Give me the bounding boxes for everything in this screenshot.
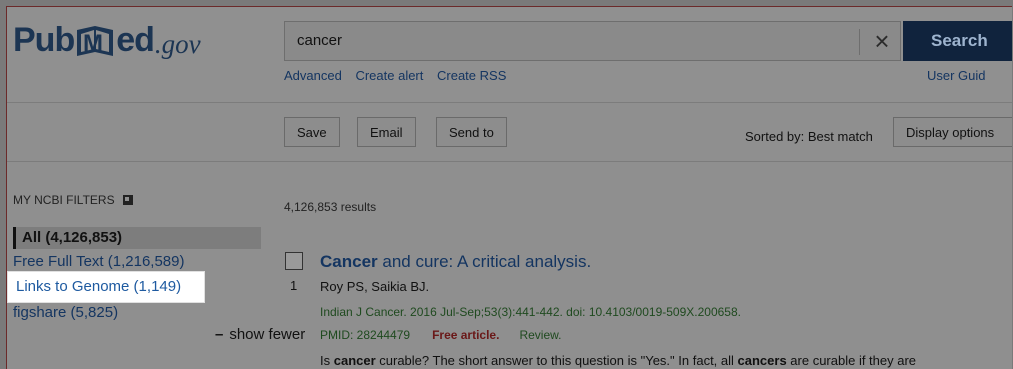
search-box[interactable]: cancer × [284,21,901,61]
snippet-keyword: cancer [333,353,376,368]
display-options-button[interactable]: Display options [893,117,1012,147]
result-title-keyword: Cancer [320,252,378,271]
show-fewer-label: show fewer [229,326,306,343]
result-title-link[interactable]: Cancer and cure: A critical analysis. [320,252,591,272]
result-pmid-line: PMID: 28244479 Free article. Review. [320,328,561,342]
logo-gov: .gov [154,29,201,59]
review-badge: Review. [519,328,562,342]
minus-icon: – [215,326,224,343]
result-checkbox[interactable] [285,252,303,270]
sidebar-title-text: MY NCBI FILTERS [13,193,115,207]
result-authors: Roy PS, Saikia BJ. [320,279,430,294]
results-count: 4,126,853 results [284,200,377,214]
search-input[interactable]: cancer [297,22,342,60]
pubmed-logo[interactable]: Pub M ed .gov [13,21,201,60]
my-ncbi-filters-title[interactable]: MY NCBI FILTERS [13,193,133,207]
svg-text:M: M [83,30,102,57]
snippet-part: curable? The short answer to this questi… [375,353,738,368]
snippet-part: Is [320,353,334,368]
create-alert-link[interactable]: Create alert [355,68,423,83]
result-pmid: PMID: 28244479 [320,328,411,342]
free-article-badge: Free article. [432,328,500,342]
result-snippet: Is cancer curable? The short answer to t… [320,353,916,368]
logo-pub: Pub [13,21,75,59]
logo-book-icon: M [75,24,115,60]
result-title-rest: and cure: A critical analysis. [377,252,592,271]
filter-links-to-genome-highlight[interactable]: Links to Genome (1,149) [7,271,205,303]
logo-med: ed [116,21,155,59]
save-button[interactable]: Save [284,117,340,147]
snippet-part: are curable if they are [786,353,917,368]
user-guide-link[interactable]: User Guid [927,68,986,83]
clear-search-icon[interactable]: × [867,22,897,60]
filter-free-full-text[interactable]: Free Full Text (1,216,589) [13,253,184,270]
result-journal: Indian J Cancer. 2016 Jul-Sep;53(3):441-… [320,305,741,319]
filter-all[interactable]: All (4,126,853) [13,227,261,249]
sort-label[interactable]: Sorted by: Best match [745,129,873,144]
filter-figshare[interactable]: figshare (5,825) [13,304,118,321]
external-link-icon[interactable] [122,195,133,205]
email-button[interactable]: Email [357,117,416,147]
search-sublinks: Advanced Create alert Create RSS [284,68,516,83]
result-number: 1 [290,278,298,293]
pubmed-window: Pub M ed .gov cancer × Search Advanced C… [6,6,1012,369]
advanced-link[interactable]: Advanced [284,68,342,83]
search-divider [859,29,860,55]
filter-links-to-genome[interactable]: Links to Genome (1,149) [16,278,181,295]
header: Pub M ed .gov cancer × Search Advanced C… [7,7,1012,103]
create-rss-link[interactable]: Create RSS [437,68,506,83]
send-to-button[interactable]: Send to [436,117,507,147]
show-fewer-link[interactable]: – show fewer [215,326,305,343]
search-button[interactable]: Search [903,21,1012,61]
snippet-keyword: cancers [737,353,787,368]
